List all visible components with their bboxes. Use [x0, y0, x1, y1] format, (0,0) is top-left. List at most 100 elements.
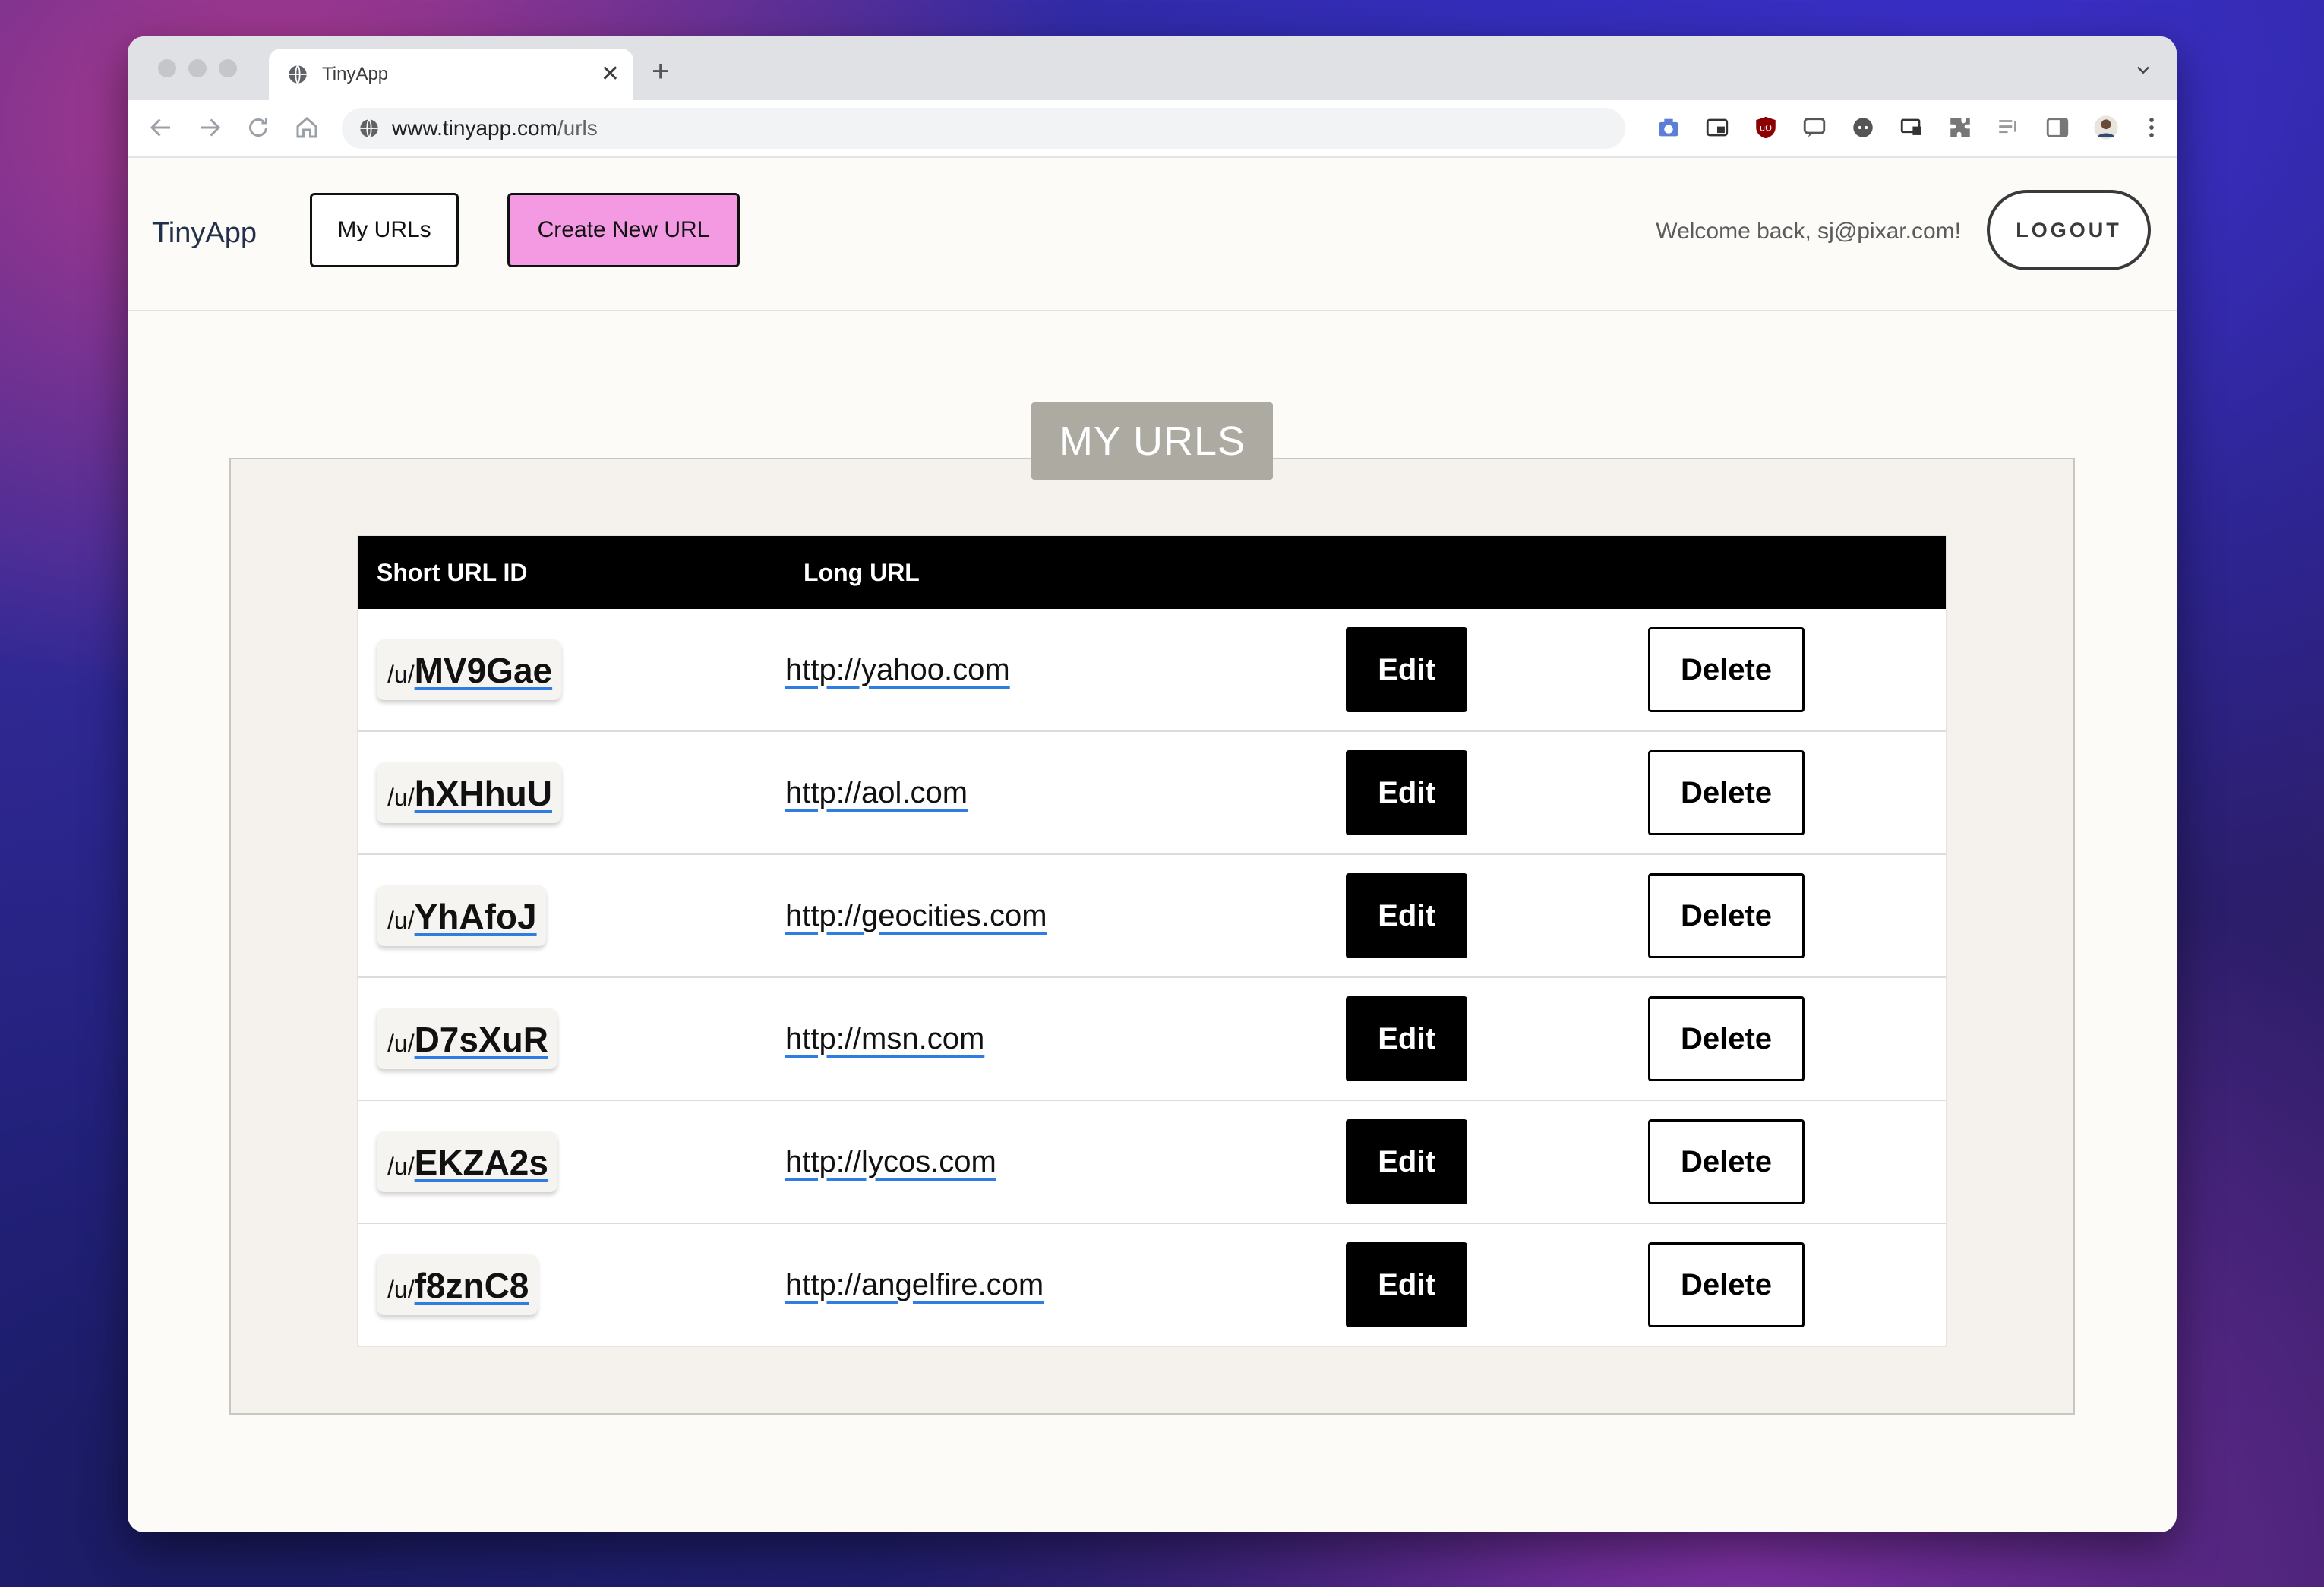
short-url-id-link[interactable]: EKZA2s [415, 1142, 548, 1183]
header-long-url: Long URL [804, 558, 920, 586]
logout-button[interactable]: LOGOUT [1987, 190, 2151, 270]
short-url-chip[interactable]: /u/YhAfoJ [377, 885, 546, 946]
table-row: /u/EKZA2s http://lycos.com Edit Delete [358, 1100, 1946, 1224]
chevron-down-icon[interactable] [2133, 59, 2154, 80]
short-url-prefix: /u/ [387, 784, 415, 811]
my-urls-button[interactable]: My URLs [310, 193, 459, 267]
table-header-row: Short URL ID Long URL [358, 536, 1946, 609]
delete-cell: Delete [1648, 731, 1946, 855]
long-url-link[interactable]: http://angelfire.com [785, 1268, 1044, 1301]
short-url-id-link[interactable]: hXHhuU [415, 773, 552, 814]
home-icon[interactable] [293, 114, 320, 141]
edit-button[interactable]: Edit [1346, 1119, 1467, 1204]
browser-tab[interactable]: TinyApp ✕ [269, 49, 633, 100]
edit-button[interactable]: Edit [1346, 627, 1467, 712]
ublock-icon[interactable]: uO [1753, 115, 1779, 140]
edit-button[interactable]: Edit [1346, 996, 1467, 1081]
reading-list-icon[interactable] [1996, 115, 2022, 140]
short-url-cell: /u/MV9Gae [358, 609, 785, 732]
browser-window: TinyApp ✕ + www.tinyapp.com/urls uO Tiny… [128, 36, 2177, 1532]
long-url-cell: http://geocities.com [785, 854, 1346, 978]
page-title: MY URLS [1031, 402, 1273, 480]
delete-cell: Delete [1648, 854, 1946, 978]
header-delete [1648, 536, 1946, 609]
table-row: /u/hXHhuU http://aol.com Edit Delete [358, 731, 1946, 855]
window-controls [158, 59, 237, 77]
long-url-cell: http://msn.com [785, 977, 1346, 1101]
short-url-cell: /u/f8znC8 [358, 1223, 785, 1346]
brand-logo[interactable]: TinyApp [152, 217, 257, 250]
short-url-id-link[interactable]: f8znC8 [415, 1265, 529, 1306]
long-url-link[interactable]: http://yahoo.com [785, 653, 1010, 686]
short-url-chip[interactable]: /u/f8znC8 [377, 1254, 538, 1315]
forward-arrow-icon[interactable] [196, 114, 223, 141]
kebab-menu-icon[interactable] [2139, 115, 2165, 140]
delete-button[interactable]: Delete [1648, 996, 1805, 1081]
delete-button[interactable]: Delete [1648, 1119, 1805, 1204]
edit-cell: Edit [1346, 977, 1648, 1101]
short-url-prefix: /u/ [387, 1276, 415, 1303]
long-url-link[interactable]: http://msn.com [785, 1022, 984, 1055]
minimize-window-button[interactable] [188, 59, 207, 77]
delete-button[interactable]: Delete [1648, 873, 1805, 958]
site-info-icon[interactable] [358, 118, 380, 139]
long-url-cell: http://yahoo.com [785, 609, 1346, 732]
profile-avatar[interactable] [2093, 115, 2119, 140]
short-url-chip[interactable]: /u/D7sXuR [377, 1008, 557, 1069]
short-url-id-link[interactable]: YhAfoJ [415, 896, 537, 937]
short-url-cell: /u/EKZA2s [358, 1100, 785, 1224]
new-tab-icon[interactable]: + [652, 56, 669, 87]
url-text: www.tinyapp.com/urls [392, 116, 598, 140]
delete-button[interactable]: Delete [1648, 627, 1805, 712]
short-url-cell: /u/YhAfoJ [358, 854, 785, 978]
delete-button[interactable]: Delete [1648, 1242, 1805, 1327]
short-url-chip[interactable]: /u/EKZA2s [377, 1131, 557, 1192]
camera-icon[interactable] [1656, 115, 1681, 140]
svg-text:uO: uO [1760, 122, 1772, 133]
address-bar[interactable]: www.tinyapp.com/urls [342, 108, 1625, 149]
cast-icon[interactable] [1899, 115, 1925, 140]
short-url-cell: /u/D7sXuR [358, 977, 785, 1101]
edit-cell: Edit [1346, 609, 1648, 732]
delete-cell: Delete [1648, 1100, 1946, 1224]
short-url-prefix: /u/ [387, 661, 415, 688]
short-url-prefix: /u/ [387, 1153, 415, 1180]
sidebar-icon[interactable] [2045, 115, 2070, 140]
edit-cell: Edit [1346, 1100, 1648, 1224]
reload-icon[interactable] [245, 114, 272, 141]
browser-toolbar: www.tinyapp.com/urls uO [128, 100, 2177, 158]
close-tab-icon[interactable]: ✕ [601, 62, 620, 87]
delete-cell: Delete [1648, 977, 1946, 1101]
delete-button[interactable]: Delete [1648, 750, 1805, 835]
zoom-window-button[interactable] [219, 59, 237, 77]
short-url-prefix: /u/ [387, 907, 415, 934]
edit-button[interactable]: Edit [1346, 1242, 1467, 1327]
short-url-id-link[interactable]: D7sXuR [415, 1019, 548, 1060]
url-host: www.tinyapp.com [392, 116, 557, 140]
long-url-link[interactable]: http://geocities.com [785, 899, 1047, 932]
delete-cell: Delete [1648, 1223, 1946, 1346]
edit-button[interactable]: Edit [1346, 873, 1467, 958]
edit-button[interactable]: Edit [1346, 750, 1467, 835]
long-url-link[interactable]: http://aol.com [785, 776, 968, 809]
short-url-id-link[interactable]: MV9Gae [415, 650, 553, 691]
translate-icon[interactable] [1801, 115, 1827, 140]
chat-icon[interactable] [1850, 115, 1876, 140]
extensions-puzzle-icon[interactable] [1947, 115, 1973, 140]
header-edit [1346, 536, 1648, 609]
app-navbar: TinyApp My URLs Create New URL Welcome b… [128, 158, 2177, 311]
close-window-button[interactable] [158, 59, 176, 77]
short-url-cell: /u/hXHhuU [358, 731, 785, 855]
url-path: /urls [557, 116, 598, 140]
long-url-cell: http://lycos.com [785, 1100, 1346, 1224]
short-url-chip[interactable]: /u/MV9Gae [377, 639, 562, 700]
short-url-chip[interactable]: /u/hXHhuU [377, 762, 561, 823]
back-arrow-icon[interactable] [147, 114, 175, 141]
picture-in-picture-icon[interactable] [1704, 115, 1730, 140]
edit-cell: Edit [1346, 731, 1648, 855]
table-row: /u/D7sXuR http://msn.com Edit Delete [358, 977, 1946, 1101]
create-new-url-button[interactable]: Create New URL [507, 193, 740, 267]
long-url-cell: http://aol.com [785, 731, 1346, 855]
long-url-link[interactable]: http://lycos.com [785, 1145, 996, 1178]
edit-cell: Edit [1346, 854, 1648, 978]
